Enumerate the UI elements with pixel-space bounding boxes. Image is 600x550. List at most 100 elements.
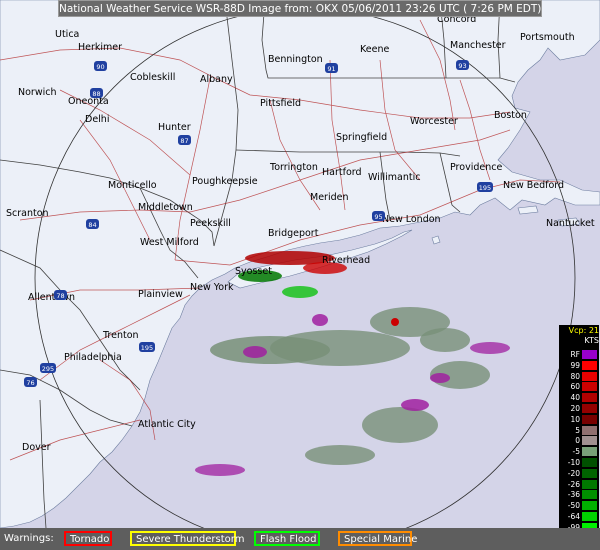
legend-entry-label: 5	[575, 425, 580, 435]
legend-entry-label: 80	[570, 371, 580, 381]
legend-entry-label: 60	[570, 382, 580, 392]
place-label: Delhi	[85, 114, 109, 125]
special-marine-warning-toggle[interactable]: Special Marine	[338, 531, 417, 546]
warnings-label: Warnings:	[4, 533, 54, 544]
highway-label: 195	[141, 344, 153, 352]
legend-entry-swatch	[582, 468, 597, 478]
legend-entry-label: 99	[570, 360, 580, 370]
place-label: Peekskill	[190, 218, 231, 229]
place-label: Riverhead	[322, 255, 370, 266]
legend-title: Vcp: 21	[568, 326, 599, 335]
legend-entry: 5	[559, 425, 599, 436]
legend-entry: -20	[559, 468, 599, 479]
legend-entry: -36	[559, 489, 599, 500]
legend-entry-swatch	[582, 414, 597, 424]
place-label: Hunter	[158, 122, 191, 133]
legend-entry-label: -10	[567, 458, 580, 467]
highway-label: 87	[180, 137, 188, 145]
warnings-bar: Warnings: Tornado Severe Thunderstorm Fl…	[0, 528, 600, 550]
legend-entry-swatch	[582, 393, 597, 403]
place-label: Atlantic City	[138, 419, 196, 430]
legend-entry-swatch	[582, 350, 597, 359]
legend-entry: 10	[559, 414, 599, 425]
legend-entry: -64	[559, 511, 599, 522]
place-label: New Bedford	[503, 180, 564, 191]
legend-entry: 20	[559, 403, 599, 414]
legend-entry-label: RF	[570, 350, 580, 359]
legend-entry: RF	[559, 349, 599, 360]
place-label: Worcester	[410, 116, 458, 127]
highway-label: 76	[26, 379, 34, 387]
place-label: Plainview	[138, 289, 183, 300]
place-label: Utica	[55, 29, 79, 40]
highway-label: 93	[458, 62, 466, 70]
legend-entry-label: -26	[567, 479, 580, 489]
legend-entry-swatch	[582, 512, 597, 521]
legend-entry: 0	[559, 435, 599, 446]
place-label: Cobleskill	[130, 72, 175, 83]
place-label: Oneonta	[68, 96, 109, 107]
legend-entry: -26	[559, 479, 599, 490]
legend-entry: 80	[559, 371, 599, 382]
tornado-warning-toggle[interactable]: Tornado	[64, 531, 112, 546]
legend-entry-swatch	[582, 479, 597, 489]
legend-entry-swatch	[582, 501, 597, 511]
place-label: Albany	[200, 74, 233, 85]
radar-map[interactable]: Utica Herkimer Norwich Oneonta Cobleskil…	[0, 0, 600, 550]
legend-entry-swatch	[582, 436, 597, 446]
place-label: Providence	[450, 162, 502, 173]
highway-label: 295	[42, 365, 54, 373]
severe-thunderstorm-warning-toggle[interactable]: Severe Thunderstorm	[130, 531, 244, 546]
legend-entry: 60	[559, 381, 599, 392]
place-label: New London	[382, 214, 441, 225]
legend-entry-swatch	[582, 404, 597, 413]
legend-entry-label: -5	[572, 447, 580, 457]
radar-frame: Utica Herkimer Norwich Oneonta Cobleskil…	[0, 0, 600, 550]
place-label: West Milford	[140, 237, 199, 248]
legend-entry: -50	[559, 500, 599, 511]
legend-entry: 99	[559, 360, 599, 371]
highway-label: 91	[327, 65, 335, 73]
legend-entry-label: -36	[567, 490, 580, 500]
legend-entry: 40	[559, 392, 599, 403]
place-label: Meriden	[310, 192, 348, 203]
legend-entry-label: 20	[570, 404, 580, 413]
legend-entry-swatch	[582, 458, 597, 467]
legend-entry-swatch	[582, 371, 597, 381]
legend-entry-label: -20	[567, 468, 580, 478]
legend-entry-swatch	[582, 382, 597, 392]
place-label: Norwich	[18, 87, 56, 98]
highway-label: 88	[92, 90, 100, 98]
velocity-legend: Vcp: 21 KTS RF 99 80 60 40 20 10 5 0 -5 -10 -20 -26-…	[559, 325, 599, 545]
place-label: Scranton	[6, 208, 49, 219]
place-label: Hartford	[322, 167, 362, 178]
highway-label: 195	[479, 184, 491, 192]
place-label: Willimantic	[368, 172, 420, 183]
place-label: Bridgeport	[268, 228, 319, 239]
legend-entry-label: -50	[567, 501, 580, 511]
place-label: New York	[190, 282, 234, 293]
title-bar: National Weather Service WSR-88D Image f…	[58, 0, 542, 17]
highway-label: 95	[374, 213, 382, 221]
legend-entry-label: 40	[570, 393, 580, 403]
legend-entry: -10	[559, 457, 599, 468]
place-label: Philadelphia	[64, 352, 122, 363]
legend-entry-label: 0	[575, 436, 580, 446]
highway-label: 78	[56, 292, 64, 300]
place-label: Herkimer	[78, 42, 122, 53]
legend-entry-swatch	[582, 425, 597, 435]
place-label: Monticello	[108, 180, 157, 191]
place-label: Dover	[22, 442, 51, 453]
legend-units: KTS	[584, 336, 599, 345]
place-label: Nantucket	[546, 218, 595, 229]
place-label: Torrington	[269, 162, 318, 173]
place-label: Middletown	[138, 202, 193, 213]
place-label: Manchester	[450, 40, 506, 51]
flash-flood-warning-toggle[interactable]: Flash Flood	[254, 531, 320, 546]
place-label: Keene	[360, 44, 389, 55]
legend-entry-swatch	[582, 490, 597, 500]
highway-label: 84	[88, 221, 96, 229]
legend-entry-swatch	[582, 447, 597, 457]
legend-entry: -5	[559, 446, 599, 457]
place-label: Syosset	[235, 266, 272, 277]
